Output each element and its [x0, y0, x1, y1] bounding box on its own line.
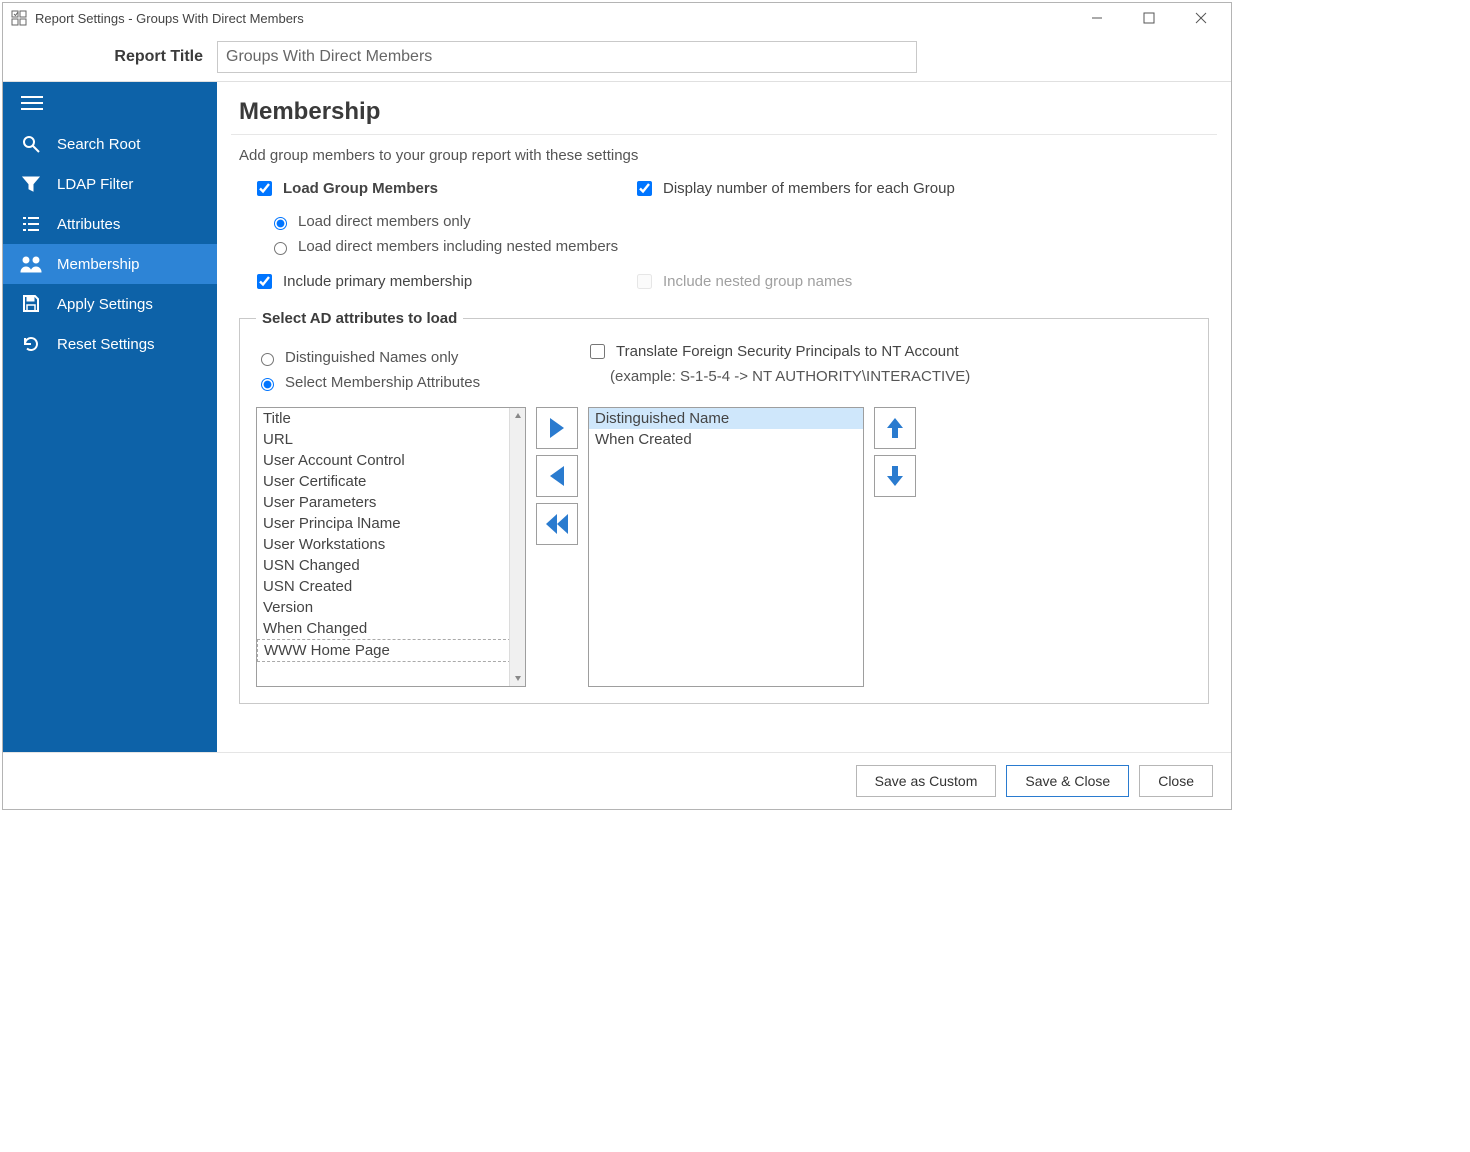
list-item[interactable]: User Certificate: [257, 471, 525, 492]
display-member-count-checkbox[interactable]: [637, 181, 652, 196]
translate-fsp-label: Translate Foreign Security Principals to…: [616, 343, 959, 360]
list-item[interactable]: USN Changed: [257, 555, 525, 576]
sidebar: Search Root LDAP Filter Attributes Membe…: [3, 82, 217, 752]
list-item[interactable]: Distinguished Name: [589, 408, 863, 429]
attributes-fieldset: Select AD attributes to load Distinguish…: [239, 310, 1209, 704]
footer: Save as Custom Save & Close Close: [3, 752, 1231, 809]
translate-fsp-checkbox[interactable]: [590, 344, 605, 359]
reset-icon: [19, 334, 43, 354]
attributes-legend: Select AD attributes to load: [256, 310, 463, 327]
load-group-members-check[interactable]: Load Group Members: [253, 178, 633, 199]
selected-attributes-listbox[interactable]: Distinguished Name When Created: [588, 407, 864, 687]
close-button[interactable]: Close: [1139, 765, 1213, 797]
scrollbar[interactable]: [509, 408, 525, 686]
radio-dn-only-label: Distinguished Names only: [285, 349, 458, 366]
filter-icon: [19, 174, 43, 194]
window-title: Report Settings - Groups With Direct Mem…: [35, 11, 1067, 26]
list-item[interactable]: Title: [257, 408, 525, 429]
display-member-count-check[interactable]: Display number of members for each Group: [633, 178, 1209, 199]
add-button[interactable]: [536, 407, 578, 449]
report-title-row: Report Title: [3, 33, 1231, 82]
include-primary-checkbox[interactable]: [257, 274, 272, 289]
list-item[interactable]: WWW Home Page: [257, 639, 511, 662]
translate-example: (example: S-1-5-4 -> NT AUTHORITY\INTERA…: [610, 368, 1192, 385]
move-down-button[interactable]: [874, 455, 916, 497]
include-nested-names-check: Include nested group names: [633, 271, 1209, 292]
sidebar-item-label: Reset Settings: [57, 336, 155, 353]
remove-button[interactable]: [536, 455, 578, 497]
radio-select-attrs-input[interactable]: [261, 378, 274, 391]
sidebar-item-label: Attributes: [57, 216, 120, 233]
list-item[interactable]: URL: [257, 429, 525, 450]
save-and-close-button[interactable]: Save & Close: [1006, 765, 1129, 797]
radio-direct-only-input[interactable]: [274, 217, 287, 230]
sidebar-item-label: LDAP Filter: [57, 176, 133, 193]
divider: [231, 134, 1217, 135]
report-title-label: Report Title: [3, 48, 203, 66]
list-item[interactable]: When Created: [589, 429, 863, 450]
app-icon: [11, 10, 27, 26]
body: Search Root LDAP Filter Attributes Membe…: [3, 82, 1231, 752]
radio-direct-nested[interactable]: Load direct members including nested mem…: [269, 238, 1209, 255]
radio-direct-nested-input[interactable]: [274, 242, 287, 255]
page-heading: Membership: [239, 98, 1209, 126]
sidebar-item-label: Search Root: [57, 136, 140, 153]
radio-direct-only[interactable]: Load direct members only: [269, 213, 1209, 230]
include-nested-names-checkbox: [637, 274, 652, 289]
sidebar-item-label: Apply Settings: [57, 296, 153, 313]
main-panel: Membership Add group members to your gro…: [217, 82, 1231, 752]
sidebar-item-search-root[interactable]: Search Root: [3, 124, 217, 164]
hamburger-button[interactable]: [3, 82, 217, 124]
remove-all-button[interactable]: [536, 503, 578, 545]
report-title-input[interactable]: [217, 41, 917, 73]
search-icon: [19, 134, 43, 154]
include-primary-label: Include primary membership: [283, 273, 472, 290]
sidebar-item-attributes[interactable]: Attributes: [3, 204, 217, 244]
list-item[interactable]: USN Created: [257, 576, 525, 597]
intro-text: Add group members to your group report w…: [239, 147, 1209, 164]
list-item[interactable]: User Workstations: [257, 534, 525, 555]
list-item[interactable]: When Changed: [257, 618, 525, 639]
load-group-members-label: Load Group Members: [283, 180, 438, 197]
sidebar-item-membership[interactable]: Membership: [3, 244, 217, 284]
close-window-button[interactable]: [1179, 4, 1223, 32]
radio-dn-only[interactable]: Distinguished Names only: [256, 349, 586, 366]
list-item[interactable]: Version: [257, 597, 525, 618]
include-primary-check[interactable]: Include primary membership: [253, 271, 633, 292]
maximize-button[interactable]: [1127, 4, 1171, 32]
minimize-button[interactable]: [1075, 4, 1119, 32]
list-item[interactable]: User Principa lName: [257, 513, 525, 534]
include-nested-names-label: Include nested group names: [663, 273, 852, 290]
available-attributes-listbox[interactable]: Title URL User Account Control User Cert…: [256, 407, 526, 687]
radio-dn-only-input[interactable]: [261, 353, 274, 366]
sidebar-item-reset-settings[interactable]: Reset Settings: [3, 324, 217, 364]
list-item[interactable]: User Account Control: [257, 450, 525, 471]
move-up-button[interactable]: [874, 407, 916, 449]
translate-fsp-check[interactable]: Translate Foreign Security Principals to…: [586, 341, 1192, 362]
radio-direct-nested-label: Load direct members including nested mem…: [298, 238, 618, 255]
options-grid: Load Group Members Display number of mem…: [253, 178, 1209, 292]
save-as-custom-button[interactable]: Save as Custom: [856, 765, 997, 797]
attributes-icon: [19, 214, 43, 234]
load-group-members-checkbox[interactable]: [257, 181, 272, 196]
attribute-picker: Title URL User Account Control User Cert…: [256, 407, 1192, 687]
radio-direct-only-label: Load direct members only: [298, 213, 471, 230]
transfer-buttons: [536, 407, 578, 545]
order-buttons: [874, 407, 916, 497]
save-icon: [19, 294, 43, 314]
titlebar: Report Settings - Groups With Direct Mem…: [3, 3, 1231, 33]
scroll-up-icon[interactable]: [510, 408, 525, 424]
radio-select-attrs[interactable]: Select Membership Attributes: [256, 374, 586, 391]
sidebar-item-label: Membership: [57, 256, 140, 273]
sidebar-item-ldap-filter[interactable]: LDAP Filter: [3, 164, 217, 204]
display-member-count-label: Display number of members for each Group: [663, 180, 955, 197]
radio-select-attrs-label: Select Membership Attributes: [285, 374, 480, 391]
sidebar-item-apply-settings[interactable]: Apply Settings: [3, 284, 217, 324]
window-frame: Report Settings - Groups With Direct Mem…: [2, 2, 1232, 810]
membership-icon: [19, 254, 43, 274]
list-item[interactable]: User Parameters: [257, 492, 525, 513]
scroll-down-icon[interactable]: [510, 670, 525, 686]
